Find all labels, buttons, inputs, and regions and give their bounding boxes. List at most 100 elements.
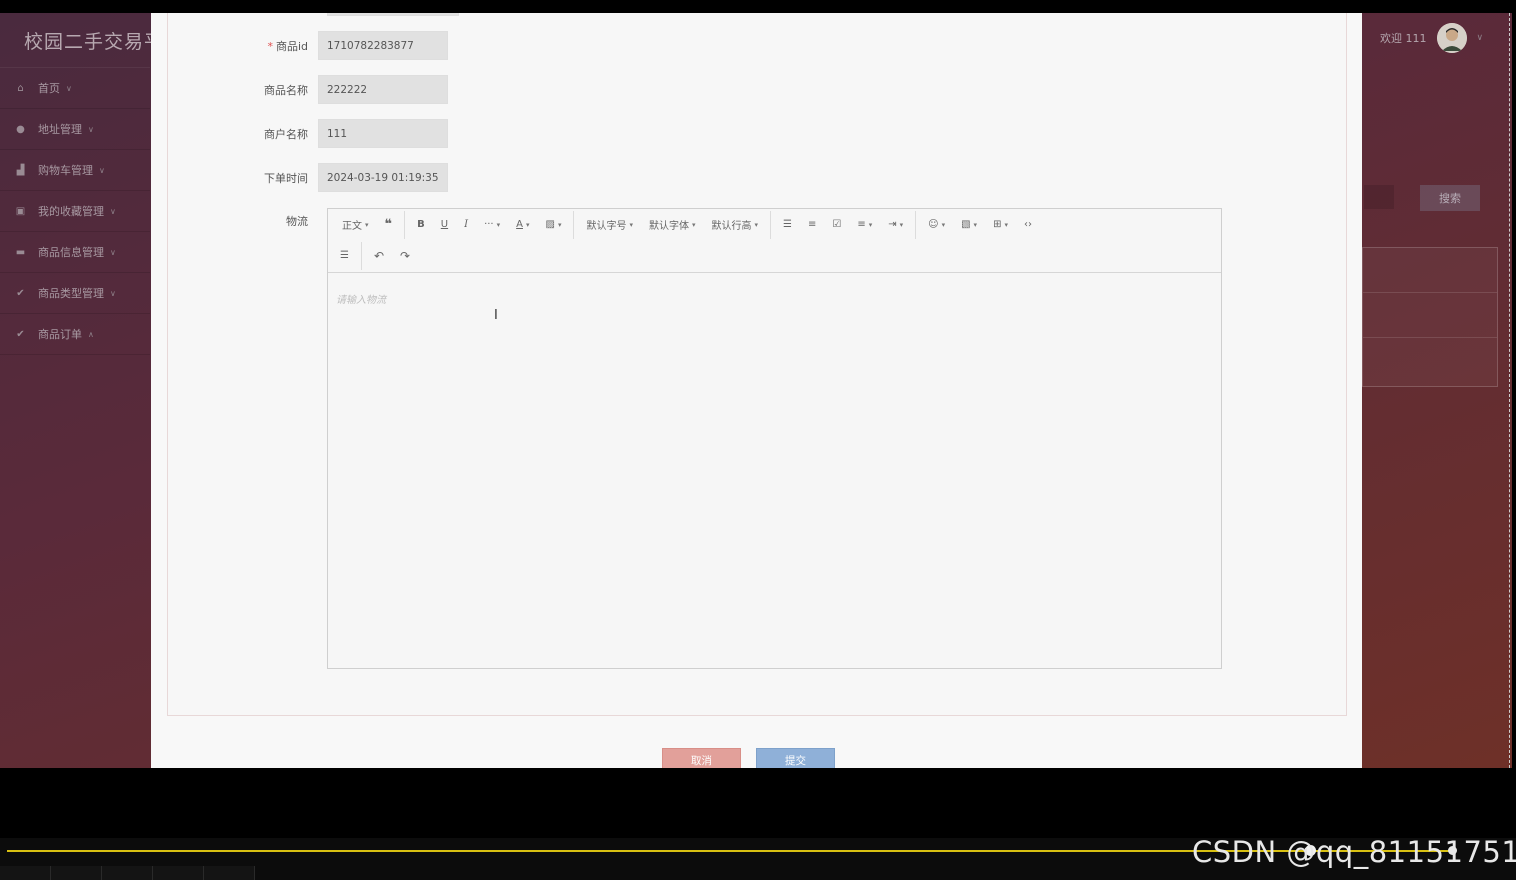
player-cell[interactable] <box>153 866 204 880</box>
table-row <box>1363 293 1497 338</box>
text-cursor-icon: I <box>494 308 498 323</box>
field-label: 商户名称 <box>264 127 308 141</box>
sidebar-item-label: 首页 <box>38 82 60 95</box>
bold-icon: B <box>417 219 425 230</box>
field-label: 下单时间 <box>264 171 308 185</box>
indent-button[interactable]: ⇥ ▾ <box>880 209 911 240</box>
pin-icon: ● <box>16 123 25 135</box>
chevron-up-icon: ∧ <box>88 329 94 339</box>
italic-button[interactable]: I <box>456 209 476 240</box>
check-circle-icon: ✔ <box>16 328 25 340</box>
box-icon: ▬ <box>15 246 26 258</box>
table-row <box>1363 248 1497 293</box>
align-button[interactable]: ≡ ▾ <box>849 209 880 240</box>
bullet-list-button[interactable]: ☰ <box>775 209 800 240</box>
order-time-input[interactable] <box>318 163 448 192</box>
highlight-icon: ▨ <box>545 219 555 230</box>
underline-button[interactable]: U <box>433 209 456 240</box>
field-label: 商品名称 <box>264 83 308 97</box>
rich-text-editor: 正文 ▾ ❝ B U I ··· ▾ A ▾ ▨ ▾ 默认字号 ▾ 默认字体 ▾ 默认行高 ▾ <box>327 208 1222 669</box>
todo-button[interactable]: ☑ <box>824 209 849 240</box>
divider-button[interactable]: ☰ <box>328 240 357 271</box>
undo-button[interactable]: ↶ <box>366 240 392 271</box>
background-color-button[interactable]: ▨ ▾ <box>537 209 569 240</box>
quote-icon: ❝ <box>384 217 393 232</box>
background-table <box>1362 247 1498 387</box>
chart-icon: ▟ <box>16 164 25 176</box>
sidebar-item-goods-type[interactable]: ✔ 商品类型管理 ∨ <box>0 273 150 314</box>
logistics-label: 物流 <box>286 215 308 228</box>
image-icon: ▧ <box>961 219 971 230</box>
avatar[interactable] <box>1436 23 1467 53</box>
field-goods-name: 商品名称 <box>168 75 448 104</box>
search-button[interactable]: 搜索 <box>1420 185 1480 211</box>
table-icon: ⊞ <box>993 219 1002 230</box>
sidebar: ⌂ 首页 ∨ ● 地址管理 ∨ ▟ 购物车管理 ∨ ▣ 我的收藏管理 ∨ ▬ 商… <box>0 67 150 355</box>
player-cell[interactable] <box>0 866 51 880</box>
player-cell[interactable] <box>102 866 153 880</box>
field-order-time: 下单时间 <box>168 163 448 192</box>
sidebar-item-home[interactable]: ⌂ 首页 ∨ <box>0 68 150 109</box>
redo-icon: ↷ <box>400 248 411 263</box>
chevron-down-icon: ∨ <box>66 83 72 93</box>
player-cell[interactable] <box>51 866 102 880</box>
font-family-select[interactable]: 默认字体 ▾ <box>641 209 704 240</box>
chevron-down-icon: ∨ <box>88 124 94 134</box>
sidebar-item-goods-info[interactable]: ▬ 商品信息管理 ∨ <box>0 232 150 273</box>
font-color-button[interactable]: A ▾ <box>508 209 537 240</box>
sidebar-item-label: 商品信息管理 <box>38 246 104 259</box>
editor-toolbar: 正文 ▾ ❝ B U I ··· ▾ A ▾ ▨ ▾ 默认字号 ▾ 默认字体 ▾ 默认行高 ▾ <box>328 209 1221 273</box>
sidebar-item-address[interactable]: ● 地址管理 ∨ <box>0 109 150 150</box>
font-size-select[interactable]: 默认字号 ▾ <box>578 209 641 240</box>
chevron-down-icon: ∨ <box>110 288 116 298</box>
editor-placeholder[interactable]: 请输入物流 <box>336 291 386 306</box>
font-color-icon: A <box>516 219 523 230</box>
bold-button[interactable]: B <box>409 209 433 240</box>
previous-field-stub <box>327 13 459 16</box>
app-window: 校园二手交易平 ⌂ 首页 ∨ ● 地址管理 ∨ ▟ 购物车管理 ∨ ▣ 我的收藏… <box>0 13 1512 768</box>
watermark: CSDN @qq_811517515 <box>1192 835 1516 869</box>
code-button[interactable]: ‹› <box>1016 209 1040 240</box>
redo-button[interactable]: ↷ <box>392 240 418 271</box>
order-dialog: *商品id 商品名称 商户名称 下单时间 物流 正文▾ ❝ <box>151 13 1362 768</box>
chevron-down-icon: ∨ <box>110 206 116 216</box>
more-styles-button[interactable]: ··· ▾ <box>476 209 508 240</box>
sidebar-item-cart[interactable]: ▟ 购物车管理 ∨ <box>0 150 150 191</box>
sidebar-item-favorites[interactable]: ▣ 我的收藏管理 ∨ <box>0 191 150 232</box>
code-icon: ‹› <box>1023 219 1032 230</box>
required-marker: * <box>267 39 273 53</box>
divider-icon: ☰ <box>340 250 349 261</box>
submit-button[interactable]: 提交 <box>756 748 835 768</box>
goods-id-input[interactable] <box>318 31 448 60</box>
window-edge <box>1509 13 1510 768</box>
line-height-select[interactable]: 默认行高 ▾ <box>703 209 766 240</box>
sidebar-item-label: 商品类型管理 <box>38 287 104 300</box>
indent-icon: ⇥ <box>888 219 897 230</box>
avatar-icon <box>1436 23 1467 53</box>
emoji-button[interactable]: ☺ ▾ <box>920 209 953 240</box>
user-menu[interactable]: 欢迎 111 ∨ <box>1380 23 1483 53</box>
heading-select[interactable]: 正文 ▾ <box>328 209 377 240</box>
numbered-list-icon: ≡ <box>807 219 817 230</box>
checkbox-icon: ☑ <box>832 219 842 230</box>
merchant-name-input[interactable] <box>318 119 448 148</box>
chevron-down-icon: ∨ <box>1476 33 1484 43</box>
goods-name-input[interactable] <box>318 75 448 104</box>
align-icon: ≡ <box>857 219 866 230</box>
player-cell[interactable] <box>204 866 255 880</box>
numbered-list-button[interactable]: ≡ <box>800 209 824 240</box>
sidebar-item-label: 我的收藏管理 <box>38 205 104 218</box>
cancel-button[interactable]: 取消 <box>662 748 741 768</box>
field-label: 商品id <box>275 39 308 53</box>
undo-icon: ↶ <box>373 248 385 263</box>
sidebar-item-label: 购物车管理 <box>38 164 93 177</box>
quote-button[interactable]: ❝ <box>377 209 401 240</box>
more-icon: ··· <box>484 219 494 230</box>
sidebar-item-orders[interactable]: ✔ 商品订单 ∧ <box>0 314 150 355</box>
chevron-down-icon: ∨ <box>99 165 105 175</box>
table-button[interactable]: ⊞ ▾ <box>985 209 1016 240</box>
image-button[interactable]: ▧ ▾ <box>953 209 985 240</box>
sidebar-item-label: 商品订单 <box>38 328 82 341</box>
field-goods-id: * 商品id <box>168 31 448 60</box>
chevron-down-icon: ∨ <box>110 247 116 257</box>
